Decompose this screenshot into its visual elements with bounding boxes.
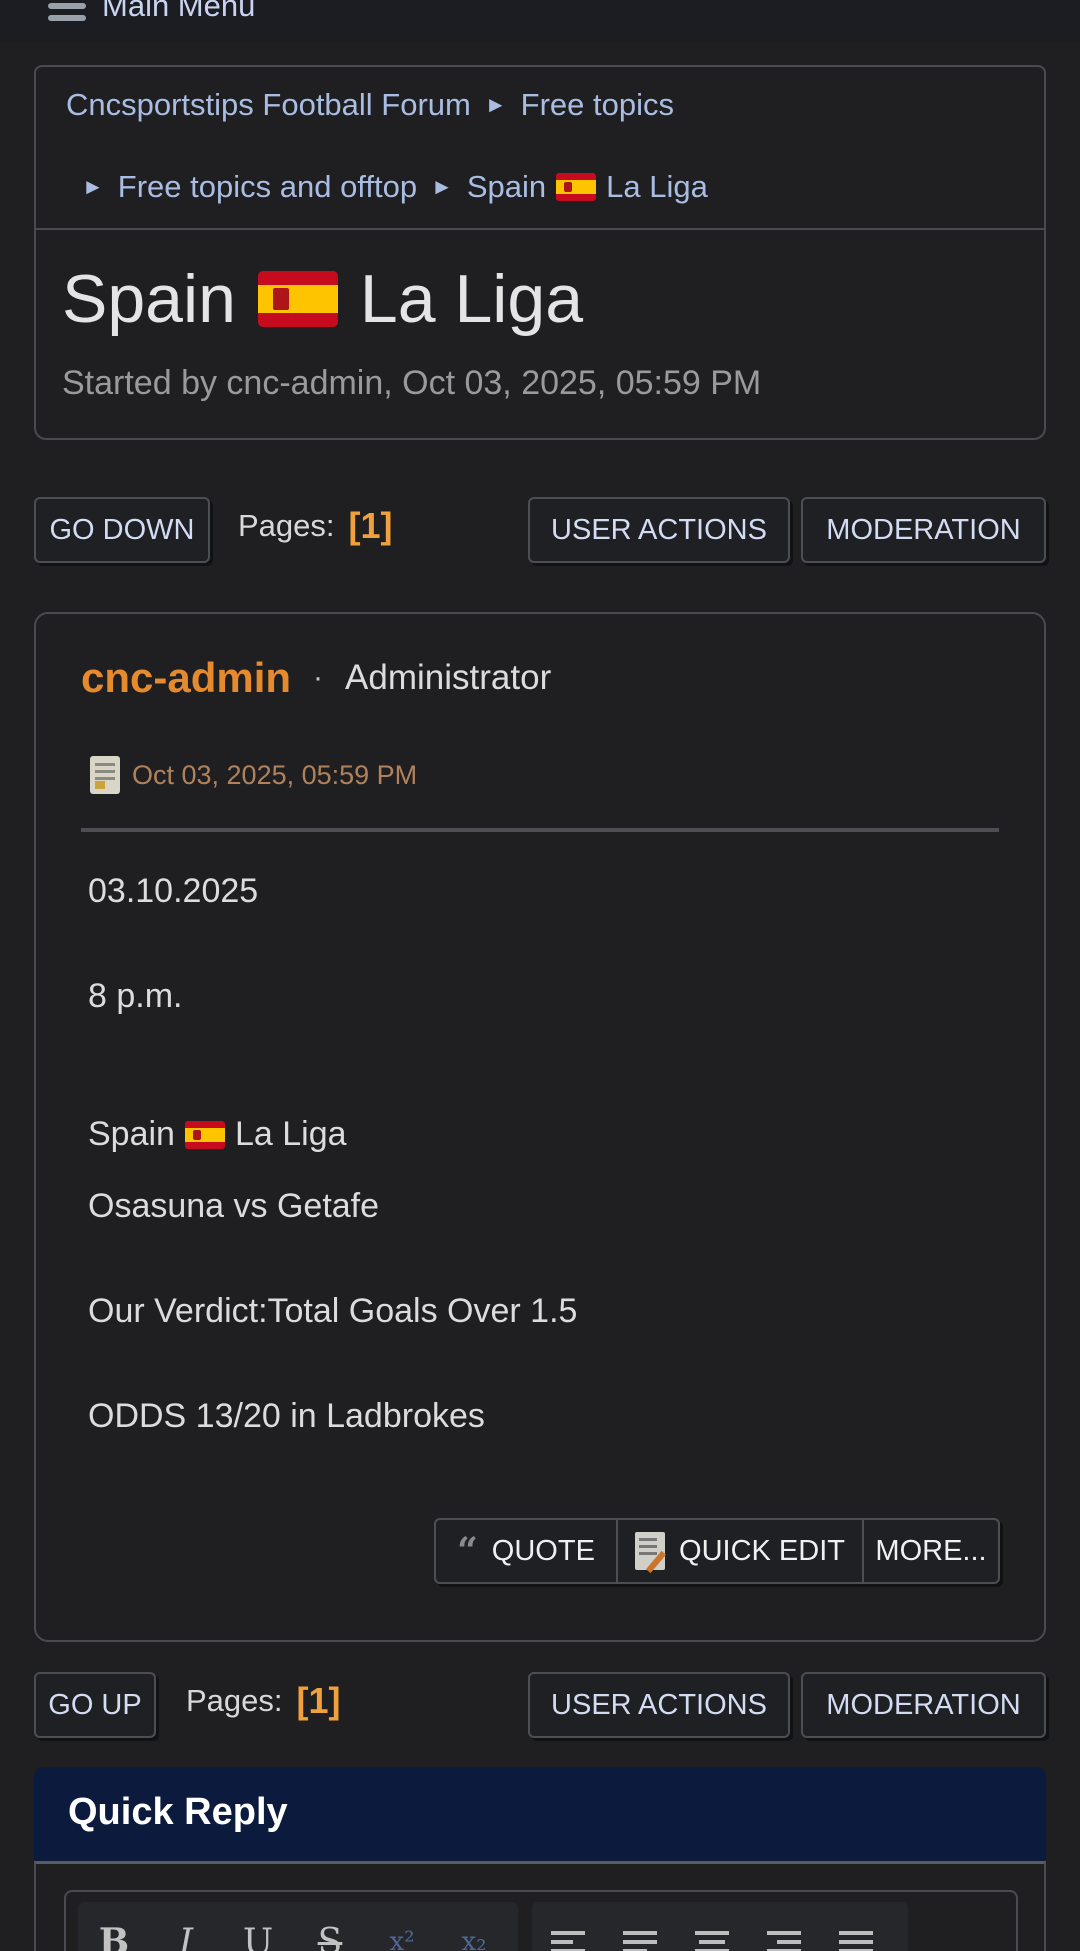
quote-label: QUOTE [491, 1534, 595, 1567]
current-page-number[interactable]: [1] [297, 1680, 341, 1722]
editor-toolbar: B I U S x² x₂ [64, 1890, 1018, 1951]
pages-label: Pages: [238, 508, 335, 543]
spain-flag-icon [184, 1120, 225, 1149]
post-line-text: La Liga [234, 1115, 347, 1153]
moderation-button[interactable]: MODERATION [801, 497, 1046, 563]
post-actions: “ QUOTE QUICK EDIT MORE... [434, 1518, 1000, 1584]
author-separator: · [313, 661, 324, 694]
post-line: Osasuna vs Getafe [88, 1187, 577, 1292]
page-title-prefix: Spain [62, 261, 236, 337]
post-line-text: 8 p.m. [88, 977, 183, 1015]
quick-edit-label: QUICK EDIT [679, 1534, 845, 1567]
post-line: 03.10.2025 [88, 872, 577, 977]
topic-header: Spain La Liga Started by cnc-admin, Oct … [34, 228, 1046, 440]
main-menu-toggle[interactable]: Main Menu [48, 0, 255, 26]
spain-flag-icon [257, 271, 338, 327]
user-actions-button[interactable]: USER ACTIONS [528, 497, 790, 563]
topic-started-by: Started by cnc-admin, Oct 03, 2025, 05:5… [62, 364, 762, 402]
go-up-button[interactable]: GO UP [34, 1672, 156, 1738]
pages-label: Pages: [186, 1683, 283, 1718]
post-body: 03.10.2025 8 p.m. Spain La Liga Osasuna … [88, 872, 577, 1502]
align-justify-icon[interactable] [839, 1931, 873, 1951]
post-line-text: Spain [88, 1115, 175, 1153]
breadcrumb-la-liga-country: Spain [466, 169, 547, 204]
user-actions-button[interactable]: USER ACTIONS [528, 1672, 790, 1738]
top-bar: Main Menu [0, 0, 1080, 42]
page-title: Spain La Liga [62, 260, 583, 338]
quick-reply-body: B I U S x² x₂ [34, 1861, 1046, 1951]
post-author[interactable]: cnc-admin [81, 654, 291, 702]
page-title-suffix: La Liga [359, 261, 584, 337]
post-line: 8 p.m. [88, 977, 577, 1082]
current-page-number[interactable]: [1] [349, 505, 393, 547]
quick-edit-button[interactable]: QUICK EDIT [616, 1520, 862, 1582]
quick-reply-title: Quick Reply [68, 1791, 288, 1833]
align-right-icon[interactable] [767, 1931, 801, 1951]
breadcrumb-la-liga-name: La Liga [606, 169, 708, 204]
post-line: Our Verdict:Total Goals Over 1.5 [88, 1292, 577, 1397]
hamburger-icon [48, 0, 86, 21]
go-down-button[interactable]: GO DOWN [34, 497, 210, 563]
post-document-icon [90, 756, 120, 794]
more-button[interactable]: MORE... [862, 1520, 998, 1582]
breadcrumb-link-offtop[interactable]: Free topics and offtop [118, 169, 417, 205]
format-group: B I U S x² x₂ [78, 1902, 518, 1951]
underline-button[interactable]: U [222, 1922, 294, 1951]
more-label: MORE... [875, 1534, 987, 1567]
post-author-line: cnc-admin · Administrator [81, 654, 551, 702]
quote-button[interactable]: “ QUOTE [436, 1520, 616, 1582]
quote-icon: “ [457, 1530, 478, 1572]
strike-button[interactable]: S [294, 1922, 366, 1951]
post-line: ODDS 13/20 in Ladbrokes [88, 1397, 577, 1502]
edit-icon [635, 1532, 666, 1570]
pagination-bottom: Pages: [1] [186, 1680, 341, 1722]
post-line-text: Our Verdict:Total Goals Over 1.5 [88, 1292, 578, 1330]
bold-button[interactable]: B [78, 1921, 150, 1951]
main-menu-label: Main Menu [102, 0, 256, 23]
breadcrumb-link-free-topics[interactable]: Free topics [521, 87, 674, 123]
breadcrumb-arrow-icon: ► [484, 92, 507, 117]
breadcrumb-arrow-icon: ► [431, 174, 453, 199]
post-line-text: ODDS 13/20 in Ladbrokes [88, 1397, 485, 1435]
align-group [532, 1902, 908, 1951]
spain-flag-icon [556, 173, 597, 201]
quick-reply-header[interactable]: Quick Reply [34, 1767, 1046, 1861]
post: cnc-admin · Administrator Oct 03, 2025, … [34, 612, 1046, 1642]
breadcrumb: Cncsportstips Football Forum ► Free topi… [34, 65, 1046, 230]
align-center-icon[interactable] [695, 1931, 729, 1951]
subscript-button[interactable]: x₂ [438, 1927, 510, 1951]
align-left-icon[interactable] [551, 1931, 585, 1951]
pagination-top: Pages: [1] [238, 505, 393, 547]
breadcrumb-arrow-icon: ► [82, 174, 104, 199]
align-left-full-icon[interactable] [623, 1931, 657, 1951]
italic-button[interactable]: I [150, 1922, 222, 1951]
post-line: Spain La Liga [88, 1082, 577, 1187]
post-date: Oct 03, 2025, 05:59 PM [90, 756, 417, 794]
post-date-text[interactable]: Oct 03, 2025, 05:59 PM [132, 760, 417, 791]
post-line-text: 03.10.2025 [88, 872, 259, 910]
post-author-role: Administrator [345, 658, 552, 697]
moderation-button[interactable]: MODERATION [801, 1672, 1046, 1738]
superscript-button[interactable]: x² [366, 1927, 438, 1951]
post-line-text: Osasuna vs Getafe [88, 1187, 380, 1225]
breadcrumb-link-forum[interactable]: Cncsportstips Football Forum [66, 87, 471, 123]
post-divider [81, 828, 999, 832]
breadcrumb-link-la-liga[interactable]: Spain La Liga [467, 169, 708, 205]
